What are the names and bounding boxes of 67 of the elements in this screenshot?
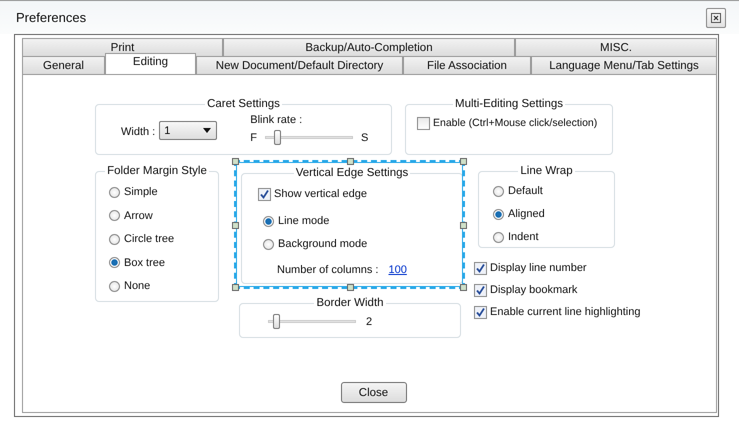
resize-handle[interactable] <box>232 284 239 291</box>
checkbox[interactable] <box>417 116 430 130</box>
radio-label: Arrow <box>124 210 153 222</box>
group-title: Line Wrap <box>519 164 574 178</box>
resize-handle[interactable] <box>460 284 467 291</box>
radio-button[interactable] <box>109 257 120 268</box>
border-width-value: 2 <box>366 316 372 328</box>
checkbox[interactable] <box>474 284 487 296</box>
checkbox-label: Enable current line highlighting <box>490 306 640 318</box>
group-title: Border Width <box>315 296 385 310</box>
radio-label: None <box>124 280 150 292</box>
checkbox-label: Show vertical edge <box>274 188 367 200</box>
checkbox-label: Display bookmark <box>490 284 578 296</box>
border-width-slider[interactable] <box>268 314 356 329</box>
radio-button[interactable] <box>493 186 504 196</box>
radio-button[interactable] <box>109 210 120 221</box>
checkbox-label: Enable (Ctrl+Mouse click/selection) <box>433 117 598 129</box>
blink-rate-slider[interactable] <box>264 130 353 145</box>
radio-button[interactable] <box>493 232 504 242</box>
radio-label: Indent <box>508 231 539 243</box>
radio-button[interactable] <box>109 280 120 292</box>
resize-handle[interactable] <box>232 158 239 165</box>
checkbox[interactable] <box>474 306 487 318</box>
radio-button[interactable] <box>109 234 120 244</box>
radio-label: Circle tree <box>124 233 174 245</box>
close-button[interactable]: Close <box>340 382 406 403</box>
radio-label: Background mode <box>278 238 368 250</box>
group-title: Vertical Edge Settings <box>294 166 410 180</box>
radio-label: Default <box>508 185 543 197</box>
checkbox[interactable] <box>258 188 271 200</box>
tab[interactable]: Editing <box>105 53 196 74</box>
width-dropdown[interactable]: 1 <box>159 121 218 140</box>
radio-label: Simple <box>124 186 158 198</box>
tab[interactable]: File Association <box>403 56 531 74</box>
radio-button[interactable] <box>109 186 120 198</box>
slider-min-label: F <box>250 132 257 144</box>
resize-handle[interactable] <box>232 222 239 229</box>
slider-max-label: S <box>360 132 368 144</box>
window-title: Preferences <box>16 10 86 25</box>
close-icon[interactable] <box>706 8 726 28</box>
tab[interactable]: New Document/Default Directory <box>196 56 403 74</box>
group-title: Caret Settings <box>206 97 281 111</box>
checkbox-label: Display line number <box>490 262 587 274</box>
tab[interactable]: MISC. <box>515 38 717 56</box>
radio-label: Aligned <box>508 208 545 220</box>
radio-button[interactable] <box>263 216 274 226</box>
tab[interactable]: Language Menu/Tab Settings <box>531 56 717 74</box>
tab[interactable]: General <box>22 56 105 74</box>
selection-frame[interactable]: Vertical Edge Settings Show vertical edge Line mode Background mode Number of columns : 100 <box>234 160 465 289</box>
columns-label: Number of columns : <box>277 264 378 276</box>
resize-handle[interactable] <box>347 284 354 291</box>
group-title: Folder Margin Style <box>106 164 208 178</box>
blink-rate-label: Blink rate : <box>250 114 304 126</box>
caret-icon <box>203 128 212 133</box>
radio-label: Box tree <box>124 256 165 268</box>
checkbox[interactable] <box>474 262 487 274</box>
width-label: Width : <box>121 126 156 138</box>
radio-button[interactable] <box>263 238 274 250</box>
tab[interactable]: Print <box>22 38 223 56</box>
tab[interactable]: Backup/Auto-Completion <box>223 38 515 56</box>
radio-button[interactable] <box>493 208 504 220</box>
radio-label: Line mode <box>278 215 330 227</box>
resize-handle[interactable] <box>347 158 354 165</box>
resize-handle[interactable] <box>460 222 467 229</box>
resize-handle[interactable] <box>460 158 467 165</box>
columns-link[interactable]: 100 <box>388 264 407 276</box>
group-title: Multi-Editing Settings <box>454 97 564 111</box>
